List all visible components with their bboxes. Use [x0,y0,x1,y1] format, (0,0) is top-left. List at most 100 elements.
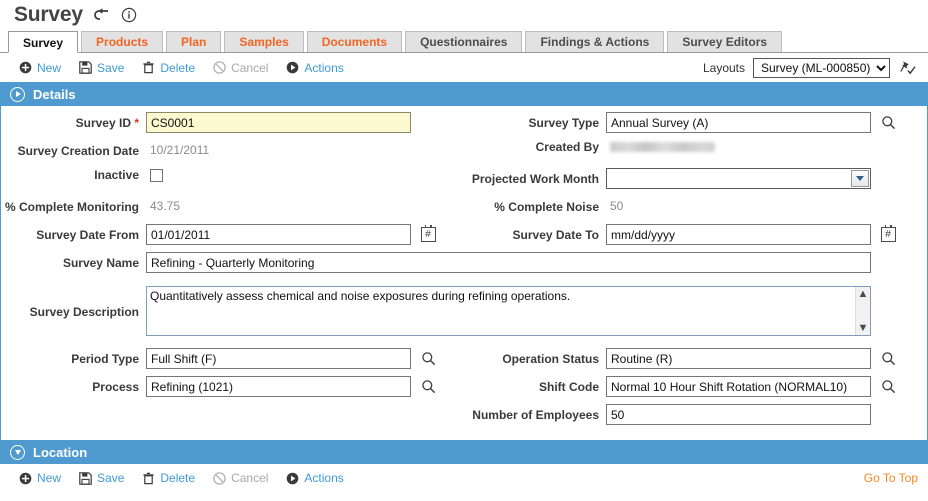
tab-survey[interactable]: Survey [8,31,79,53]
field-number-of-employees: Number of Employees [461,404,927,425]
survey-date-from-input[interactable] [146,224,411,245]
tab-questionnaires[interactable]: Questionnaires [405,31,523,52]
period-type-label: Period Type [71,351,139,366]
play-circle-icon [285,61,299,75]
footer-save-button-label: Save [97,471,125,485]
page-titlebar: Survey [0,0,928,30]
new-button[interactable]: New [18,61,61,75]
tab-products[interactable]: Products [81,31,164,52]
pct-complete-monitoring-label: % Complete Monitoring [5,199,139,214]
period-type-input[interactable] [146,348,411,369]
number-of-employees-input[interactable] [606,404,871,425]
field-survey-id: Survey ID * [1,112,461,133]
projected-work-month-select[interactable] [606,168,871,189]
plus-circle-icon [18,471,32,485]
tab-plan[interactable]: Plan [166,31,222,52]
survey-description-textarea[interactable] [147,287,855,335]
field-survey-date-from: Survey Date From # [1,224,461,245]
floppy-disk-icon [78,471,92,485]
footer-actions-button[interactable]: Actions [285,471,344,485]
play-circle-icon [285,471,299,485]
inactive-checkbox[interactable] [150,168,163,182]
form-row-number-of-employees: Number of Employees [1,404,927,432]
location-section-title: Location [33,444,88,460]
layouts-label: Layouts [702,60,745,75]
layout-select[interactable]: Survey (ML-000850) [753,57,890,78]
field-pct-complete-monitoring: % Complete Monitoring 43.75 [1,196,461,217]
shift-code-input[interactable] [606,376,871,397]
projected-work-month-label: Projected Work Month [471,171,599,186]
survey-id-input[interactable] [146,112,411,133]
form-row-period-type: Period Type Operation Status [1,348,927,376]
period-type-search-icon[interactable] [417,348,439,369]
form-row-creation: Survey Creation Date 10/21/2011 Created … [1,140,927,168]
tab-findings-actions[interactable]: Findings & Actions [525,31,665,52]
details-section-title: Details [33,86,76,102]
footer-actions-button-label: Actions [304,471,344,485]
save-button[interactable]: Save [78,61,124,75]
info-circle-icon[interactable] [121,7,137,23]
survey-description-label: Survey Description [29,305,139,319]
field-survey-date-to: Survey Date To # [461,224,927,245]
location-collapse-toggle-icon[interactable] [10,444,25,460]
survey-name-label: Survey Name [62,255,139,270]
footer-cancel-button[interactable]: Cancel [212,471,268,485]
pushpin-check-icon[interactable] [898,59,918,77]
survey-date-to-label: Survey Date To [512,227,599,242]
actions-button[interactable]: Actions [285,60,344,75]
details-section-header[interactable]: Details [0,82,928,106]
form-row-percent-complete: % Complete Monitoring 43.75 % Complete N… [1,196,927,224]
survey-date-from-calendar-icon[interactable]: # [417,224,439,245]
trash-icon [141,61,155,75]
form-row-survey-id: Survey ID * Survey Type [1,112,927,140]
field-period-type: Period Type [1,348,461,369]
cancel-button[interactable]: Cancel [212,61,268,75]
survey-type-input[interactable] [606,112,871,133]
field-survey-creation-date: Survey Creation Date 10/21/2011 [1,140,461,161]
form-row-survey-description: Survey Description ▲ ▼ [1,286,927,342]
tab-survey-editors[interactable]: Survey Editors [667,31,783,52]
tab-samples[interactable]: Samples [224,31,304,52]
operation-status-search-icon[interactable] [877,348,899,369]
page-title: Survey [14,3,83,26]
survey-name-input[interactable] [146,252,871,273]
go-to-top-link[interactable]: Go To Top [864,471,918,485]
process-label: Process [92,379,139,394]
survey-date-to-calendar-icon[interactable]: # [877,224,899,245]
survey-date-to-input[interactable] [606,224,871,245]
process-search-icon[interactable] [417,376,439,397]
bottom-toolbar: New Save Delete Cancel Actions Go To Top [0,464,928,492]
form-row-inactive: Inactive Projected Work Month [1,168,927,196]
actions-button-label: Actions [304,60,344,75]
tab-documents[interactable]: Documents [306,31,403,52]
field-survey-type: Survey Type [461,112,927,133]
survey-description-scrollbar[interactable]: ▲ ▼ [855,287,870,335]
footer-save-button[interactable]: Save [78,471,124,485]
triangle-down-icon [14,450,21,456]
shift-code-search-icon[interactable] [877,376,899,397]
cancel-circle-icon [212,471,226,485]
delete-button[interactable]: Delete [141,61,195,75]
process-input[interactable] [146,376,411,397]
scroll-down-icon[interactable]: ▼ [858,323,869,334]
operation-status-input[interactable] [606,348,871,369]
cancel-circle-icon [212,61,226,75]
pct-complete-noise-value: 50 [610,199,624,213]
footer-cancel-button-label: Cancel [231,471,269,485]
survey-description-wrap: ▲ ▼ [146,286,871,336]
survey-type-label: Survey Type [528,115,599,130]
survey-creation-date-value: 10/21/2011 [150,143,210,157]
delete-button-label: Delete [160,60,196,75]
location-section-header[interactable]: Location [0,440,928,464]
projected-work-month-select-wrap [606,168,871,189]
form-row-survey-dates: Survey Date From # Survey Date To # [1,224,927,252]
top-toolbar-actions: New Save Delete Cancel Actions [18,61,344,75]
field-process: Process [1,376,461,397]
footer-new-button[interactable]: New [18,471,61,485]
footer-delete-button[interactable]: Delete [141,471,195,485]
top-toolbar: New Save Delete Cancel Actions Layouts S… [0,53,928,82]
return-arrow-icon[interactable] [93,7,111,23]
details-expand-toggle-icon[interactable] [10,86,25,102]
survey-type-search-icon[interactable] [877,112,899,133]
scroll-up-icon[interactable]: ▲ [858,289,869,300]
